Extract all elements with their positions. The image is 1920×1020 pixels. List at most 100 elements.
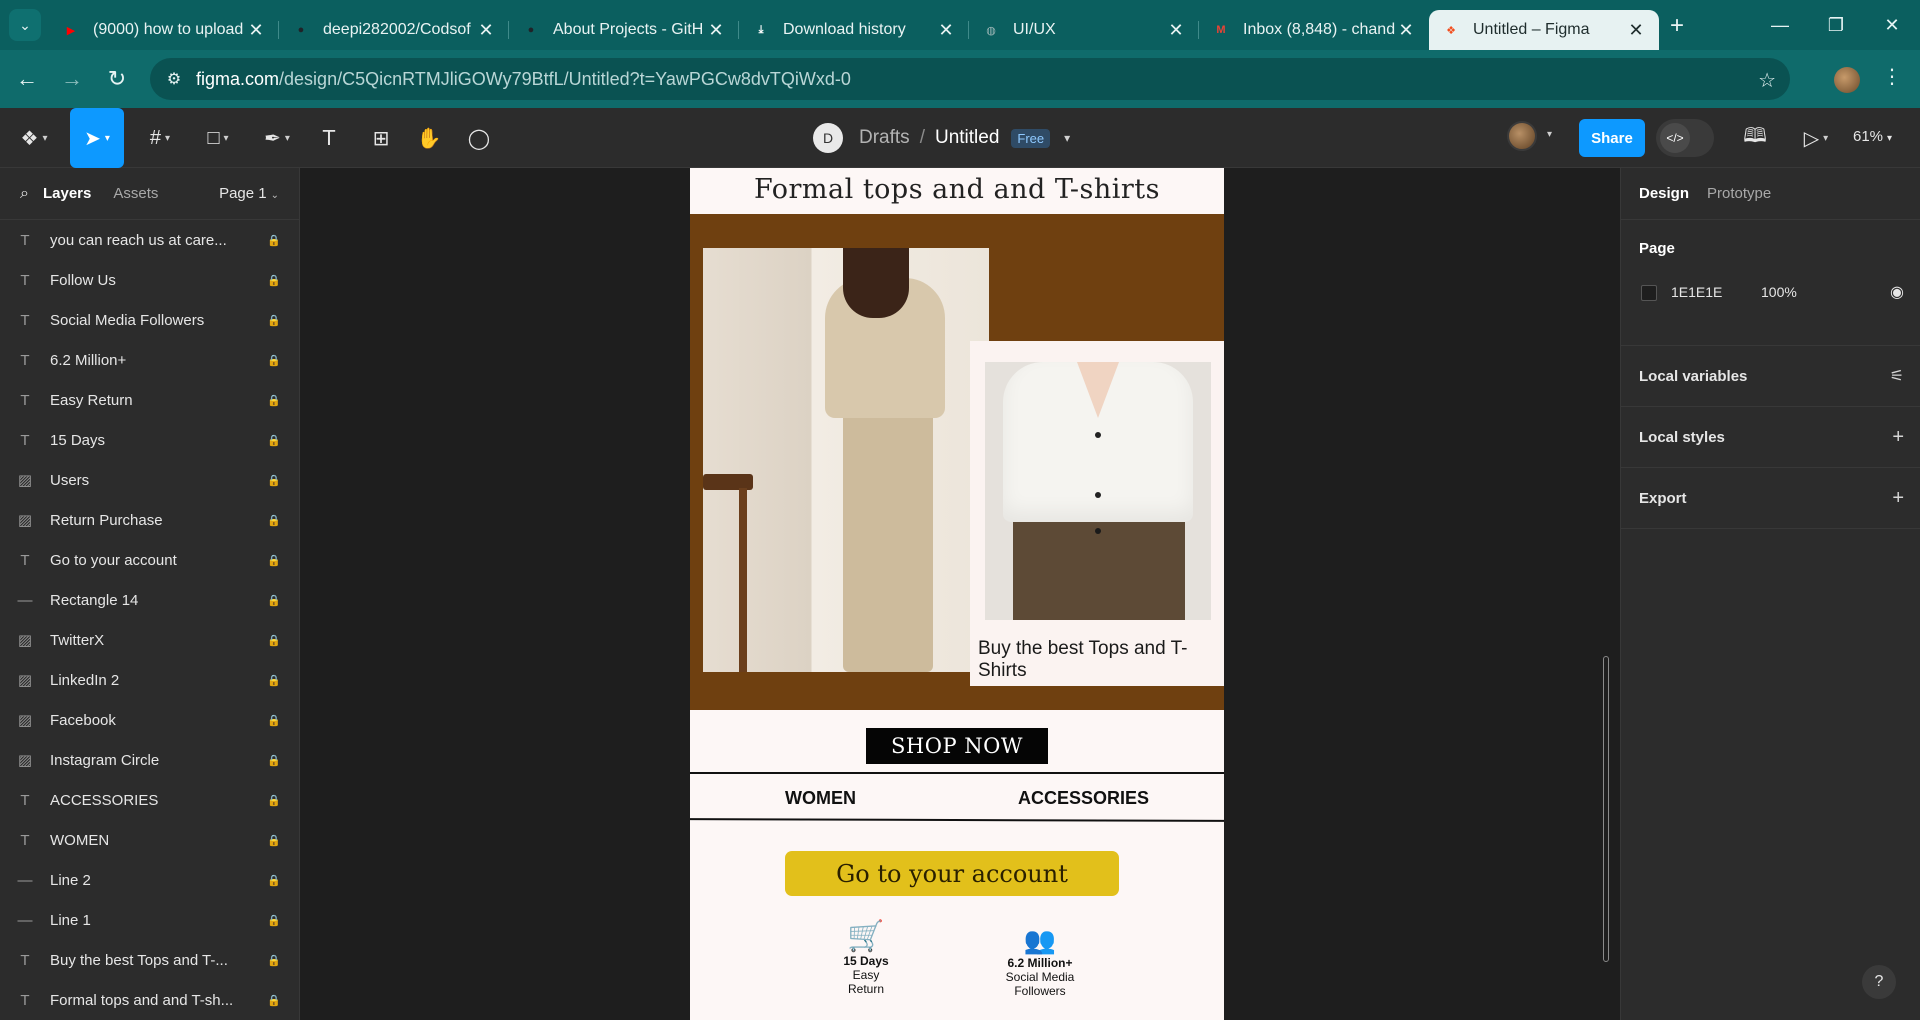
- browser-tab[interactable]: ● deepi282002/Codsof ✕: [279, 10, 509, 50]
- tab-prototype[interactable]: Prototype: [1707, 185, 1771, 202]
- lock-icon[interactable]: 🔒: [249, 794, 299, 807]
- site-info-icon[interactable]: ⚙: [164, 69, 184, 89]
- search-icon[interactable]: ⌕: [20, 185, 29, 203]
- lock-icon[interactable]: 🔒: [249, 874, 299, 887]
- eye-icon[interactable]: ◉: [1890, 282, 1904, 302]
- lock-icon[interactable]: 🔒: [249, 914, 299, 927]
- close-icon[interactable]: ✕: [1395, 20, 1417, 41]
- lock-icon[interactable]: 🔒: [249, 594, 299, 607]
- browser-tab[interactable]: ◍ UI/UX ✕: [969, 10, 1199, 50]
- help-button[interactable]: ?: [1862, 965, 1896, 999]
- layer-row[interactable]: — Rectangle 14 🔒: [0, 580, 299, 620]
- layer-row[interactable]: ▨ Users 🔒: [0, 460, 299, 500]
- layer-row[interactable]: T Follow Us 🔒: [0, 260, 299, 300]
- layer-row[interactable]: ▨ Facebook 🔒: [0, 700, 299, 740]
- chevron-down-icon[interactable]: ▾: [1547, 129, 1552, 140]
- browser-tab[interactable]: ● About Projects - GitH ✕: [509, 10, 739, 50]
- close-icon[interactable]: ✕: [1625, 20, 1647, 41]
- lock-icon[interactable]: 🔒: [249, 274, 299, 287]
- back-button[interactable]: ←: [9, 61, 45, 97]
- lock-icon[interactable]: 🔒: [249, 754, 299, 767]
- nav-women[interactable]: WOMEN: [785, 788, 856, 809]
- profile-avatar[interactable]: [1834, 67, 1860, 93]
- layer-row[interactable]: T 6.2 Million+ 🔒: [0, 340, 299, 380]
- close-icon[interactable]: ✕: [1165, 20, 1187, 41]
- plan-badge[interactable]: Free: [1011, 128, 1051, 148]
- lock-icon[interactable]: 🔒: [249, 514, 299, 527]
- zoom-menu[interactable]: 61% ▾: [1853, 128, 1892, 145]
- export-section[interactable]: Export +: [1621, 468, 1920, 529]
- close-icon[interactable]: ✕: [935, 20, 957, 41]
- forward-button[interactable]: →: [54, 61, 90, 97]
- pen-tool-button[interactable]: ✒ ▾: [254, 118, 300, 158]
- browser-tab[interactable]: M Inbox (8,848) - chand ✕: [1199, 10, 1429, 50]
- product-card[interactable]: Buy the best Tops and T-Shirts: [970, 341, 1224, 686]
- layer-row[interactable]: T Formal tops and and T-sh... 🔒: [0, 980, 299, 1020]
- text-tool-button[interactable]: T: [314, 118, 344, 158]
- followers-stat[interactable]: 👥 6.2 Million+ Social Media Followers: [990, 924, 1090, 998]
- design-canvas[interactable]: Formal tops and and T-shirts Buy the bes…: [300, 168, 1620, 1020]
- resources-tool-button[interactable]: ⊞: [366, 118, 396, 158]
- url-bar[interactable]: ⚙ figma.com/design/C5QicnRTMJliGOWy79Btf…: [150, 58, 1790, 100]
- tab-search-button[interactable]: ⌄: [9, 9, 41, 41]
- lock-icon[interactable]: 🔒: [249, 394, 299, 407]
- lock-icon[interactable]: 🔒: [249, 554, 299, 567]
- page-selector[interactable]: Page 1 ⌄: [219, 185, 279, 202]
- layer-row[interactable]: T Buy the best Tops and T-... 🔒: [0, 940, 299, 980]
- close-window-button[interactable]: ✕: [1864, 0, 1920, 50]
- page-opacity-value[interactable]: 100%: [1761, 284, 1797, 300]
- product-caption[interactable]: Buy the best Tops and T-Shirts: [978, 638, 1208, 682]
- lock-icon[interactable]: 🔒: [249, 314, 299, 327]
- layer-row[interactable]: ▨ Instagram Circle 🔒: [0, 740, 299, 780]
- layer-row[interactable]: T Social Media Followers 🔒: [0, 300, 299, 340]
- team-avatar[interactable]: D: [813, 123, 843, 153]
- layer-row[interactable]: T 15 Days 🔒: [0, 420, 299, 460]
- present-button[interactable]: ▷ ▾: [1796, 118, 1836, 158]
- hand-tool-button[interactable]: ✋: [414, 118, 444, 158]
- lock-icon[interactable]: 🔒: [249, 674, 299, 687]
- lock-icon[interactable]: 🔒: [249, 834, 299, 847]
- shop-now-button[interactable]: SHOP NOW: [866, 728, 1048, 764]
- lock-icon[interactable]: 🔒: [249, 354, 299, 367]
- frame-heading[interactable]: Formal tops and and T-shirts: [690, 168, 1224, 214]
- lock-icon[interactable]: 🔒: [249, 234, 299, 247]
- minimize-button[interactable]: —: [1752, 0, 1808, 50]
- nav-accessories[interactable]: ACCESSORIES: [1018, 788, 1149, 809]
- layer-row[interactable]: T Go to your account 🔒: [0, 540, 299, 580]
- browser-menu-icon[interactable]: ⋮: [1882, 64, 1902, 89]
- plus-icon[interactable]: +: [1892, 426, 1904, 449]
- model-photo-beige-outfit[interactable]: [703, 248, 989, 672]
- local-styles-section[interactable]: Local styles +: [1621, 407, 1920, 468]
- layer-row[interactable]: ▨ Return Purchase 🔒: [0, 500, 299, 540]
- lock-icon[interactable]: 🔒: [249, 474, 299, 487]
- go-to-account-button[interactable]: Go to your account: [785, 851, 1119, 896]
- sliders-icon[interactable]: ⚟: [1890, 366, 1904, 386]
- new-tab-button[interactable]: +: [1659, 8, 1695, 44]
- model-photo-white-blouse[interactable]: [985, 362, 1211, 620]
- layer-row[interactable]: — Line 1 🔒: [0, 900, 299, 940]
- shape-tool-button[interactable]: □ ▾: [196, 118, 240, 158]
- drafts-link[interactable]: Drafts: [859, 127, 910, 149]
- tab-layers[interactable]: Layers: [43, 185, 91, 202]
- user-avatar[interactable]: [1507, 121, 1537, 151]
- share-button[interactable]: Share: [1579, 119, 1645, 157]
- browser-tab[interactable]: ❖ Untitled – Figma ✕: [1429, 10, 1659, 50]
- lock-icon[interactable]: 🔒: [249, 994, 299, 1007]
- main-menu-button[interactable]: ❖ ▾: [14, 118, 54, 158]
- tab-design[interactable]: Design: [1639, 185, 1689, 202]
- layer-row[interactable]: T Easy Return 🔒: [0, 380, 299, 420]
- tab-assets[interactable]: Assets: [113, 185, 158, 202]
- layer-row[interactable]: Tyou can reach us at care... 🔒: [0, 220, 299, 260]
- email-frame[interactable]: Formal tops and and T-shirts Buy the bes…: [689, 168, 1225, 1020]
- browser-tab[interactable]: ▶ (9000) how to upload ✕: [49, 10, 279, 50]
- local-variables-section[interactable]: Local variables ⚟: [1621, 346, 1920, 407]
- lock-icon[interactable]: 🔒: [249, 954, 299, 967]
- move-tool-button[interactable]: ➤ ▾: [70, 108, 124, 168]
- divider-line-1[interactable]: [690, 772, 1224, 774]
- canvas-scrollbar[interactable]: [1603, 656, 1609, 962]
- close-icon[interactable]: ✕: [245, 20, 267, 41]
- divider-line-2[interactable]: [689, 818, 1225, 822]
- page-color-value[interactable]: 1E1E1E: [1671, 284, 1722, 300]
- plus-icon[interactable]: +: [1892, 487, 1904, 510]
- dev-mode-toggle[interactable]: </>: [1656, 119, 1714, 157]
